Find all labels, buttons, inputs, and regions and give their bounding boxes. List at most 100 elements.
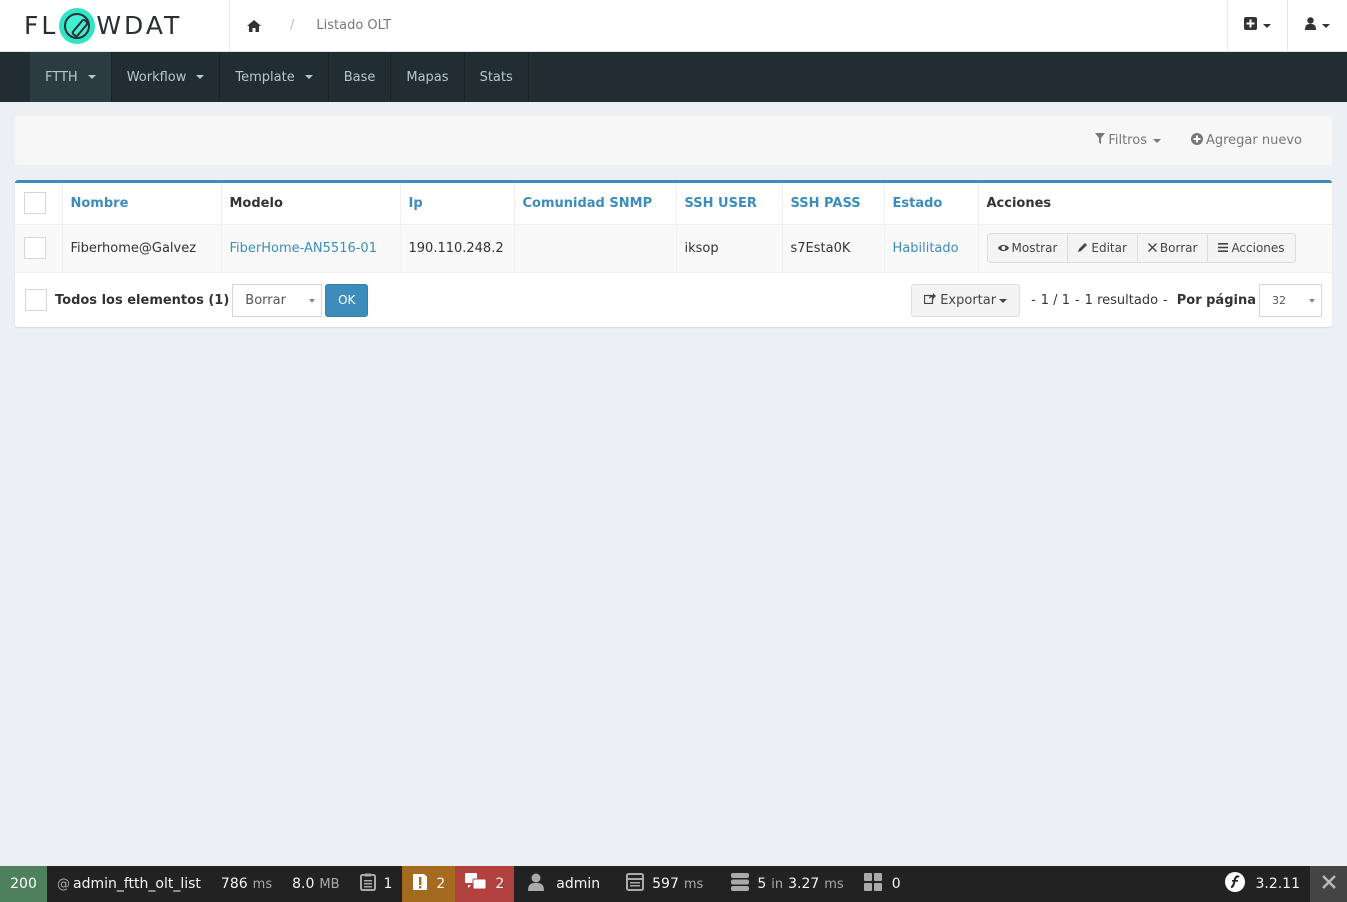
delete-button[interactable]: Borrar xyxy=(1137,233,1209,264)
symfony-version-block[interactable]: 3.2.11 xyxy=(1215,866,1310,902)
ok-button[interactable]: OK xyxy=(325,283,369,317)
translations-block[interactable]: 2 xyxy=(455,866,515,902)
row-actions: Mostrar Editar Borrar Acciones xyxy=(986,233,1296,264)
close-toolbar-button[interactable] xyxy=(1310,866,1347,902)
export-label: Exportar xyxy=(940,293,997,308)
twig-count: 0 xyxy=(891,876,901,892)
eye-icon xyxy=(997,241,1012,255)
chevron-down-icon xyxy=(309,298,316,303)
logo-text-left: FL xyxy=(24,11,59,40)
user-icon xyxy=(528,873,545,895)
nav-item-label: Workflow xyxy=(126,69,187,85)
select-all-checkbox[interactable] xyxy=(24,192,46,215)
time-block[interactable]: 786 ms xyxy=(211,866,282,902)
table-header-row: Nombre Modelo Ip Comunidad SNMP SSH USER… xyxy=(15,183,1332,225)
add-new-button[interactable]: Agregar nuevo xyxy=(1190,132,1302,149)
add-new-label: Agregar nuevo xyxy=(1205,133,1302,148)
pencil-icon xyxy=(1078,241,1091,255)
logo-text: FL WDAT xyxy=(24,7,183,44)
column-ssh-user[interactable]: SSH USER xyxy=(676,183,783,225)
nav-item-base[interactable]: Base xyxy=(329,52,392,102)
estado-link[interactable]: Habilitado xyxy=(893,241,959,256)
nav-item-template[interactable]: Template xyxy=(220,52,329,102)
render-time-unit: ms xyxy=(683,876,704,892)
row-select-cell[interactable] xyxy=(15,224,63,272)
memory-block[interactable]: 8.0 MB xyxy=(282,866,349,902)
logo[interactable]: FL WDAT xyxy=(0,0,230,51)
column-nombre[interactable]: Nombre xyxy=(62,183,222,225)
nav-item-label: Stats xyxy=(479,69,513,85)
cell-estado: Habilitado xyxy=(884,224,979,272)
chevron-down-icon xyxy=(196,75,205,79)
warnings-count: 2 xyxy=(436,876,446,892)
logs-block[interactable]: 1 xyxy=(350,866,403,902)
user-menu-dropdown[interactable] xyxy=(1287,0,1347,51)
db-query-count: 5 xyxy=(757,876,767,892)
breadcrumb: / Listado OLT xyxy=(230,0,1227,51)
user-block[interactable]: admin xyxy=(514,866,610,902)
cell-ip: 190.110.248.2 xyxy=(400,224,515,272)
more-actions-label: Acciones xyxy=(1231,241,1285,256)
times-icon xyxy=(1147,241,1160,255)
warnings-block[interactable]: 2 xyxy=(402,866,456,902)
at-icon: @ xyxy=(57,876,70,892)
list-footer: Todos los elementos (1) Borrar OK Export… xyxy=(15,272,1332,327)
twig-block[interactable]: 0 xyxy=(854,866,911,902)
batch-action-select[interactable]: Borrar xyxy=(232,283,323,317)
logo-text-right: WDAT xyxy=(96,11,183,40)
nav-item-label: FTTH xyxy=(45,69,78,85)
column-acciones: Acciones xyxy=(978,183,1332,225)
status-code-badge[interactable]: 200 xyxy=(0,866,47,902)
select-all-elements-checkbox[interactable] xyxy=(25,289,47,311)
column-ssh-pass[interactable]: SSH PASS xyxy=(782,183,885,225)
breadcrumb-current: Listado OLT xyxy=(316,18,392,33)
close-icon xyxy=(1321,875,1336,893)
show-button[interactable]: Mostrar xyxy=(986,233,1069,264)
render-time-block[interactable]: 597 ms xyxy=(610,866,713,902)
nav-item-mapas[interactable]: Mapas xyxy=(391,52,465,102)
nav-item-workflow[interactable]: Workflow xyxy=(112,52,221,102)
memory-value: 8.0 xyxy=(292,876,315,892)
db-time-unit: ms xyxy=(824,876,844,892)
chevron-down-icon xyxy=(304,75,313,79)
header-select-all[interactable] xyxy=(15,183,63,225)
export-button[interactable]: Exportar xyxy=(911,284,1021,317)
cell-modelo: FiberHome-AN5516-01 xyxy=(221,224,401,272)
modelo-link[interactable]: FiberHome-AN5516-01 xyxy=(230,241,377,256)
pager-dash: - xyxy=(1031,293,1036,308)
more-actions-button[interactable]: Acciones xyxy=(1208,233,1296,264)
delete-label: Borrar xyxy=(1159,241,1198,256)
all-elements-label: Todos los elementos (1) xyxy=(55,292,230,308)
database-block[interactable]: 5 in 3.27 ms xyxy=(713,866,853,902)
add-menu-dropdown[interactable] xyxy=(1227,0,1287,51)
home-icon[interactable] xyxy=(246,18,262,34)
database-icon xyxy=(731,873,750,895)
memory-unit: MB xyxy=(319,876,340,892)
plus-square-icon xyxy=(1244,17,1257,34)
main-nav: FTTH Workflow Template Base Mapas Stats xyxy=(0,52,1347,102)
chevron-down-icon xyxy=(1322,23,1330,28)
user-name: admin xyxy=(556,876,601,892)
db-in: in xyxy=(771,876,784,892)
nav-item-label: Base xyxy=(343,69,376,85)
bars-icon xyxy=(1218,241,1231,255)
column-estado[interactable]: Estado xyxy=(884,183,979,225)
cell-ssh-pass: s7Esta0K xyxy=(782,224,885,272)
row-checkbox[interactable] xyxy=(24,237,46,260)
layout-icon xyxy=(626,873,645,895)
breadcrumb-separator: / xyxy=(290,18,295,33)
result-count: 1 resultado xyxy=(1084,293,1159,308)
page-count: 1 / 1 xyxy=(1040,293,1070,308)
filters-dropdown[interactable]: Filtros xyxy=(1095,133,1161,148)
nav-item-ftth[interactable]: FTTH xyxy=(30,52,112,102)
column-ip[interactable]: Ip xyxy=(400,183,515,225)
edit-button[interactable]: Editar xyxy=(1068,233,1138,264)
nav-item-stats[interactable]: Stats xyxy=(465,52,529,102)
route-block[interactable]: @ admin_ftth_olt_list xyxy=(47,866,211,902)
chevron-down-icon xyxy=(87,75,96,79)
column-comunidad-snmp[interactable]: Comunidad SNMP xyxy=(514,183,677,225)
debug-toolbar: 200 @ admin_ftth_olt_list 786 ms 8.0 MB … xyxy=(0,866,1347,902)
batch-action-value: Borrar xyxy=(245,292,286,308)
pager-dash: - xyxy=(1074,293,1080,308)
per-page-select[interactable]: 32 xyxy=(1259,284,1322,317)
